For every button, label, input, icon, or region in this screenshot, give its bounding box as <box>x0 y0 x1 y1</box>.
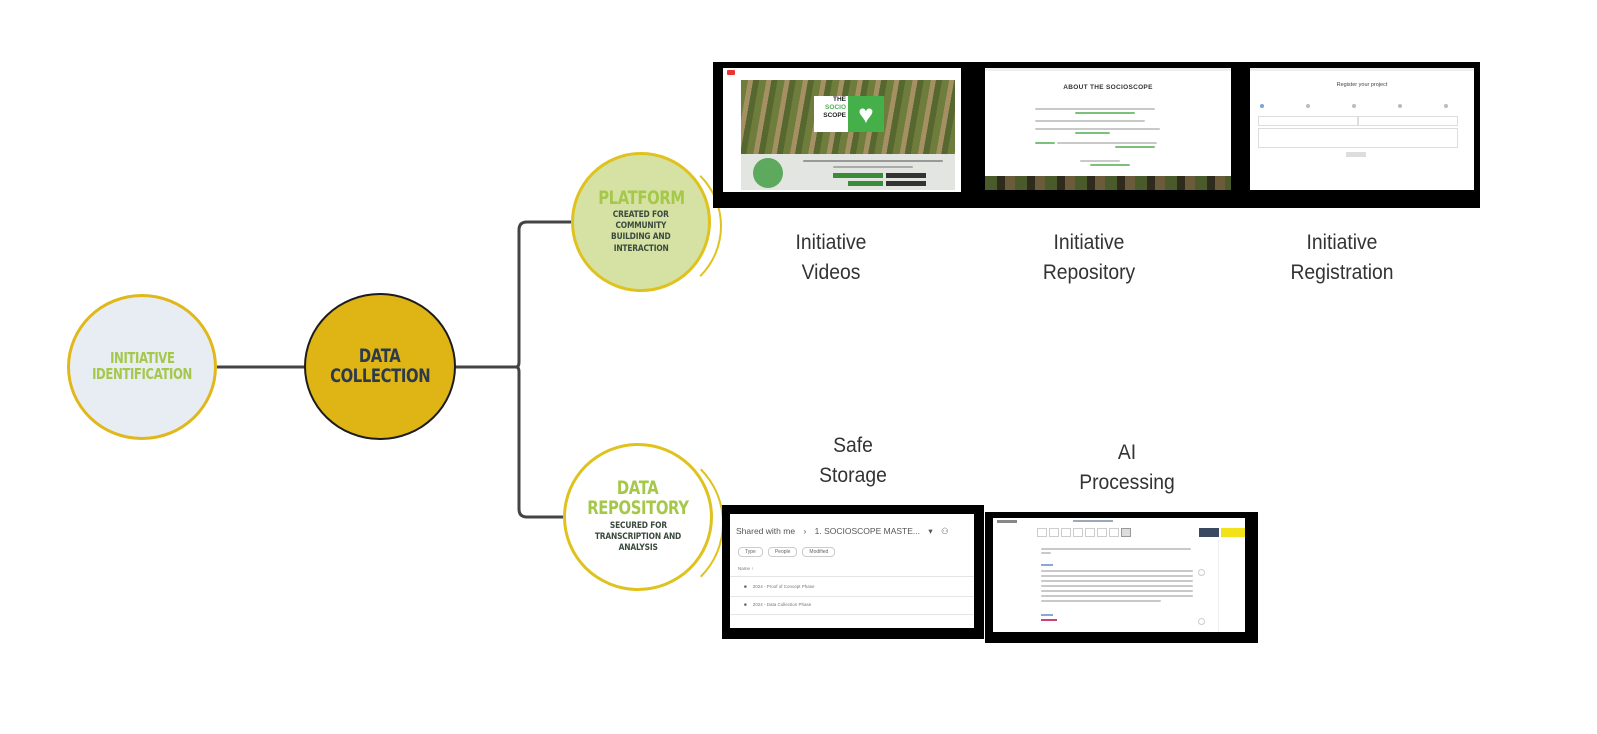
brand-line: SOCIO <box>825 104 846 111</box>
caption-line: Registration <box>1290 261 1394 284</box>
step-indicator <box>1352 104 1356 108</box>
caption-initiative-videos: Initiative Videos <box>776 228 886 288</box>
node-title: COLLECTION <box>329 364 431 387</box>
heart-logo-icon: ♥ <box>848 96 884 132</box>
node-subtitle: SECURED FOR <box>609 521 667 532</box>
drive-breadcrumb: Shared with me › 1. SOCIOSCOPE MASTE... … <box>736 526 949 536</box>
caption-initiative-registration: Initiative Registration <box>1278 228 1407 288</box>
caption-line: Videos <box>801 261 861 284</box>
column-header-name: Name ↑ <box>738 566 754 571</box>
emblem-icon <box>753 158 783 188</box>
about-heading: ABOUT THE SOCIOSCOPE <box>1063 84 1153 91</box>
node-subtitle: TRANSCRIPTION AND <box>594 532 682 543</box>
caption-line: Initiative <box>1053 231 1125 254</box>
screenshot-ai-processing <box>985 512 1258 643</box>
folder-icon: ■ <box>744 602 747 607</box>
caption-line: Initiative <box>795 231 867 254</box>
step-indicator <box>1260 104 1264 108</box>
step-indicator <box>1444 104 1448 108</box>
breadcrumb-separator: › <box>803 526 807 536</box>
node-title: IDENTIFICATION <box>92 365 192 383</box>
brand-wordmark: THE SOCIO SCOPE <box>814 96 848 132</box>
folder-row: ■ 2024 - Proof of Concept Phase <box>744 584 815 589</box>
screenshot-initiative-videos: THE SOCIO SCOPE ♥ <box>713 62 979 208</box>
node-platform: PLATFORM CREATED FOR COMMUNITY BUILDING … <box>571 152 711 292</box>
node-subtitle: INTERACTION <box>613 243 669 254</box>
node-data-collection: DATA COLLECTION <box>304 293 456 440</box>
caption-safe-storage: Safe Storage <box>798 431 908 491</box>
folder-name: 2024 - Proof of Concept Phase <box>752 584 815 589</box>
node-subtitle: CREATED FOR <box>613 210 669 221</box>
screenshot-safe-storage: Shared with me › 1. SOCIOSCOPE MASTE... … <box>722 505 984 639</box>
breadcrumb-folder: 1. SOCIOSCOPE MASTE... <box>814 526 920 536</box>
youtube-logo-icon <box>727 70 735 75</box>
node-title: REPOSITORY <box>587 497 689 520</box>
editor-toolbar <box>1037 528 1131 537</box>
form-field <box>1358 116 1458 126</box>
caption-line: Storage <box>819 464 887 487</box>
brand-line: SCOPE <box>823 112 846 119</box>
action-button-dark <box>1199 528 1219 537</box>
action-button-yellow <box>1221 528 1245 537</box>
breadcrumb-root: Shared with me <box>736 526 796 536</box>
connector-collect-platform <box>455 220 572 369</box>
caption-line: Repository <box>1042 261 1136 284</box>
node-data-repository: DATA REPOSITORY SECURED FOR TRANSCRIPTIO… <box>563 443 713 591</box>
screenshot-initiative-registration: Register your project <box>1238 62 1480 208</box>
step-indicator <box>1306 104 1310 108</box>
connector-collect-repository <box>515 365 566 519</box>
node-title: DATA <box>617 477 659 500</box>
filter-chip-people: People <box>767 547 798 557</box>
caption-ai-processing: AI Processing <box>1065 438 1188 498</box>
node-title: DATA <box>359 344 401 367</box>
filter-chips: Type People Modified <box>738 547 836 557</box>
node-subtitle: ANALYSIS <box>618 543 658 554</box>
caption-line: AI <box>1117 441 1137 464</box>
caption-line: Initiative <box>1306 231 1378 254</box>
caption-line: Processing <box>1079 471 1175 494</box>
form-submit-button <box>1346 152 1366 157</box>
brand-line: THE <box>833 96 846 103</box>
caption-initiative-repository: Initiative Repository <box>1029 228 1149 288</box>
folder-row: ■ 2024 - Data Collection Phase <box>744 602 811 607</box>
node-subtitle: COMMUNITY <box>615 221 667 232</box>
filter-chip-type: Type <box>738 547 763 557</box>
node-subtitle: BUILDING AND <box>611 232 671 243</box>
folder-icon: ■ <box>744 584 747 589</box>
register-heading: Register your project <box>1336 82 1388 88</box>
people-icon: ⚇ <box>941 526 949 536</box>
screenshot-initiative-repository: ABOUT THE SOCIOSCOPE <box>977 62 1238 208</box>
caption-line: Safe <box>833 434 873 457</box>
footer-image-strip <box>985 176 1231 190</box>
node-title: PLATFORM <box>597 187 685 210</box>
form-field <box>1258 116 1358 126</box>
form-textarea <box>1258 128 1458 148</box>
node-initiative-identification: INITIATIVE IDENTIFICATION <box>67 294 217 440</box>
folder-name: 2024 - Data Collection Phase <box>752 602 812 607</box>
step-indicator <box>1398 104 1402 108</box>
column-header-label: Name <box>738 566 751 571</box>
filter-chip-modified: Modified <box>802 547 836 557</box>
